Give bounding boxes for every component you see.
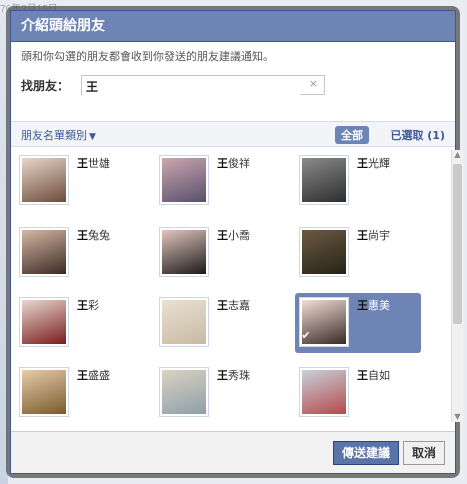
- scrollbar-thumb[interactable]: [453, 164, 462, 324]
- friend-item[interactable]: 王世雄: [15, 151, 141, 211]
- dialog-title: 介紹頭給朋友: [11, 11, 455, 42]
- friend-photo: [159, 297, 209, 347]
- friend-photo-image: [162, 230, 206, 274]
- friend-photo: [299, 227, 349, 277]
- friend-item[interactable]: 王兔兔: [15, 223, 141, 283]
- friend-photo-image: [22, 158, 66, 202]
- friend-given-name: 小喬: [228, 229, 250, 242]
- friend-name: 王志嘉: [217, 297, 250, 313]
- friend-photo: [19, 227, 69, 277]
- friend-photo: [19, 367, 69, 417]
- friend-surname: 王: [77, 229, 88, 242]
- close-icon[interactable]: ×: [309, 77, 318, 90]
- friend-photo: [19, 297, 69, 347]
- filter-bar: 朋友名單類別 ▼ 全部 已選取 (1): [11, 121, 455, 147]
- friend-surname: 王: [77, 299, 88, 312]
- friend-photo: [159, 155, 209, 205]
- friend-surname: 王: [357, 369, 368, 382]
- category-label: 朋友名單類別: [21, 129, 87, 142]
- search-label: 找朋友：: [21, 78, 70, 93]
- friend-item[interactable]: 王尚宇: [295, 223, 421, 283]
- friend-name: 王彩: [77, 297, 99, 313]
- friend-given-name: 世雄: [88, 157, 110, 170]
- friend-name: 王俊祥: [217, 155, 250, 171]
- friend-given-name: 尚宇: [368, 229, 390, 242]
- friend-name: 王秀珠: [217, 367, 250, 383]
- friend-photo-image: [162, 158, 206, 202]
- send-suggestion-button[interactable]: 傳送建議: [332, 441, 399, 465]
- friend-photo: [159, 367, 209, 417]
- friend-item[interactable]: ✔ 王惠美: [295, 293, 421, 353]
- friend-item[interactable]: 王小喬: [155, 223, 281, 283]
- friend-name: 王世雄: [77, 155, 110, 171]
- friend-name: 王小喬: [217, 227, 250, 243]
- friend-given-name: 俊祥: [228, 157, 250, 170]
- friend-given-name: 秀珠: [228, 369, 250, 382]
- friend-photo: [159, 227, 209, 277]
- friend-name: 王兔兔: [77, 227, 110, 243]
- friend-photo: [299, 155, 349, 205]
- search-box: ×: [81, 75, 325, 96]
- friend-surname: 王: [77, 157, 88, 170]
- dialog-footer: 傳送建議 取消: [11, 431, 455, 473]
- tab-all[interactable]: 全部: [335, 126, 369, 144]
- search-input[interactable]: [82, 77, 300, 96]
- friend-photo-image: [162, 300, 206, 344]
- friend-given-name: 兔兔: [88, 229, 110, 242]
- check-icon: ✔: [301, 329, 311, 342]
- friend-photo-image: [302, 370, 346, 414]
- friend-given-name: 光輝: [368, 157, 390, 170]
- friend-photo-image: [22, 370, 66, 414]
- friend-given-name: 志嘉: [228, 299, 250, 312]
- friend-surname: 王: [217, 299, 228, 312]
- friend-item[interactable]: 王自如: [295, 363, 421, 423]
- friend-surname: 王: [77, 369, 88, 382]
- suggest-friends-dialog: 介紹頭給朋友 頭和你勾選的朋友都會收到你發送的朋友建議通知。 找朋友： × 朋友…: [10, 10, 456, 474]
- cancel-button[interactable]: 取消: [402, 441, 445, 465]
- friend-item[interactable]: 王光輝: [295, 151, 421, 211]
- friend-given-name: 彩: [88, 299, 99, 312]
- friend-photo-image: [22, 300, 66, 344]
- friend-item[interactable]: 王彩: [15, 293, 141, 353]
- friend-surname: 王: [217, 369, 228, 382]
- friend-given-name: 自如: [368, 369, 390, 382]
- friend-surname: 王: [357, 299, 368, 312]
- friend-given-name: 惠美: [368, 299, 390, 312]
- friend-name: 王尚宇: [357, 227, 390, 243]
- friend-list-category-dropdown[interactable]: 朋友名單類別 ▼: [21, 127, 96, 143]
- friend-grid: 王世雄 王俊祥 王光輝 王兔兔 王小喬 王尚宇 王彩 王志嘉 ✔ 王惠美 王盛盛 王秀珠 王自如: [11, 147, 455, 433]
- friend-name: 王盛盛: [77, 367, 110, 383]
- friend-given-name: 盛盛: [88, 369, 110, 382]
- friend-item[interactable]: 王盛盛: [15, 363, 141, 423]
- search-row: 找朋友： ×: [11, 66, 455, 98]
- friend-photo-image: [22, 230, 66, 274]
- friend-photo-image: [302, 230, 346, 274]
- friend-photo-image: [302, 158, 346, 202]
- friend-surname: 王: [217, 157, 228, 170]
- friend-photo-image: [162, 370, 206, 414]
- friend-name: 王惠美: [357, 297, 390, 313]
- friend-surname: 王: [357, 157, 368, 170]
- friend-name: 王光輝: [357, 155, 390, 171]
- arrow-down-icon[interactable]: ▼: [452, 412, 463, 422]
- friend-surname: 王: [357, 229, 368, 242]
- friend-item[interactable]: 王志嘉: [155, 293, 281, 353]
- friend-photo: [299, 367, 349, 417]
- friend-grid-scrollbar[interactable]: ▲ ▼: [451, 150, 463, 422]
- dialog-subtitle: 頭和你勾選的朋友都會收到你發送的朋友建議通知。: [21, 50, 274, 63]
- friend-item[interactable]: 王秀珠: [155, 363, 281, 423]
- friend-item[interactable]: 王俊祥: [155, 151, 281, 211]
- chevron-down-icon: ▼: [89, 132, 96, 142]
- friend-name: 王自如: [357, 367, 390, 383]
- arrow-up-icon[interactable]: ▲: [452, 150, 463, 160]
- friend-surname: 王: [217, 229, 228, 242]
- tab-selected[interactable]: 已選取 (1): [390, 127, 445, 143]
- friend-photo: [19, 155, 69, 205]
